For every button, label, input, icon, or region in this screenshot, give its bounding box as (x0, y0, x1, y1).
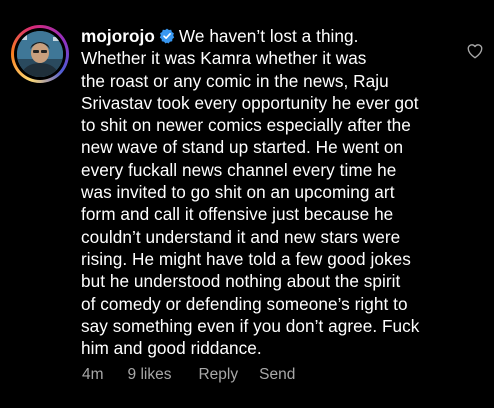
story-ring[interactable] (11, 25, 69, 83)
comment-line-1: We haven’t lost a thing. (178, 26, 359, 46)
comment-line-11: rising. He might have told a few good jo… (81, 248, 411, 269)
comment-line-8: was invited to go shit on an upcoming ar… (81, 182, 395, 203)
comment-line-15: him and good riddance. (81, 338, 262, 359)
comment-timestamp: 4m (82, 366, 104, 383)
avatar[interactable] (17, 31, 63, 77)
avatar-image (17, 31, 63, 77)
verified-badge-icon (159, 28, 175, 44)
comment-line-7: every fuckall news channel every time he (81, 159, 397, 180)
likes-count[interactable]: 9 likes (128, 366, 172, 384)
comment-line-4: Srivastav took every opportunity he ever… (81, 92, 419, 113)
comment-line-6: new wave of stand up started. He went on (81, 137, 404, 158)
heart-outline-icon[interactable] (466, 42, 484, 60)
comment-line-14: say something even if you don’t agree. F… (81, 315, 420, 336)
username[interactable]: mojorojo (81, 26, 155, 46)
comment-line-5: to shit on newer comics especially after… (81, 115, 411, 136)
comment-line-3: the roast or any comic in the news, Raju (81, 70, 389, 91)
avatar-gap (14, 28, 66, 80)
comment-body: mojorojo We haven’t lost a thing. Whethe… (81, 25, 453, 359)
send-button[interactable]: Send (259, 366, 295, 384)
comment-meta: 4m 9 likes Reply Send (82, 366, 295, 384)
comment: mojorojo We haven’t lost a thing. Whethe… (0, 0, 494, 408)
comment-line-10: couldn’t understand it and new stars wer… (81, 226, 401, 247)
comment-line-12: but he understood nothing about the spir… (81, 271, 401, 292)
comment-line-2: Whether it was Kamra whether it was (81, 48, 367, 69)
comment-line-9: form and call it offensive just because … (81, 204, 394, 225)
comment-line-13: of comedy or defending someone’s right t… (81, 293, 408, 314)
reply-button[interactable]: Reply (198, 366, 238, 384)
